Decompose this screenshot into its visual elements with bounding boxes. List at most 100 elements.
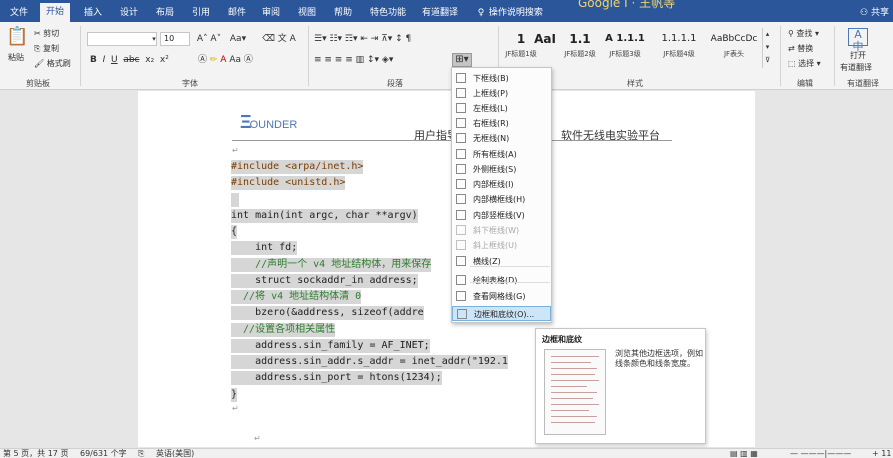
tab-home[interactable]: 开始: [40, 3, 71, 22]
style-item[interactable]: A 1.1.1 JF标题3级: [600, 27, 650, 67]
border-style-icon: [456, 291, 466, 301]
tab-review[interactable]: 审阅: [256, 4, 286, 22]
paste-label[interactable]: 粘贴: [8, 52, 24, 63]
youdao-group-label: 有道翻译: [847, 79, 879, 88]
style-preview: A 1.1.1: [605, 33, 645, 44]
border-menu-item: 斜上框线(U): [452, 238, 551, 253]
open-label[interactable]: 打开: [850, 50, 866, 61]
style-item[interactable]: AaBbCcDc JF表头: [708, 27, 760, 67]
group-divider: [834, 26, 835, 86]
zoom-slider[interactable]: — ———|———: [790, 449, 870, 458]
border-menu-item-label: 上框线(P): [473, 89, 509, 98]
document-title: Google I · 王帆等: [578, 0, 676, 10]
replace-button[interactable]: ⇄ 替换: [788, 43, 813, 54]
border-menu-item[interactable]: 内部横框线(H): [452, 192, 551, 207]
border-menu-item[interactable]: 左框线(L): [452, 101, 551, 116]
paste-icon[interactable]: 📋: [6, 27, 28, 47]
style-item[interactable]: 1.1.1.1 JF标题4级: [650, 27, 708, 67]
border-menu-item-label: 左框线(L): [473, 104, 508, 113]
border-menu-item[interactable]: 下框线(B): [452, 71, 551, 86]
word-count[interactable]: 69/631 个字: [80, 449, 127, 458]
tab-view[interactable]: 视图: [292, 4, 322, 22]
tooltip-description: 浏览其他边框选项，例如线条颜色和线条宽度。: [615, 349, 703, 368]
tell-me-label: 操作说明搜索: [488, 8, 543, 18]
code-line: [231, 193, 239, 207]
style-item[interactable]: AaI: [530, 27, 560, 67]
border-menu-item-label: 外侧框线(S): [473, 165, 517, 174]
language-indicator[interactable]: 英语(美国): [156, 449, 194, 458]
youdao-open-label[interactable]: 有道翻译: [840, 62, 872, 73]
code-line: address.sin_addr.s_addr = inet_addr("192…: [231, 355, 508, 369]
border-style-icon: [456, 275, 466, 285]
border-style-icon: [456, 118, 466, 128]
border-menu-item-label: 边框和底纹(O)...: [474, 310, 535, 319]
code-line: bzero(&address, sizeof(addre: [231, 306, 424, 320]
translate-icon[interactable]: A中: [848, 28, 868, 53]
tell-me-search[interactable]: ♀ 操作说明搜索: [476, 4, 543, 22]
border-menu-item[interactable]: 边框和底纹(O)...: [452, 306, 551, 321]
style-item[interactable]: 1.1 JF标题2级: [560, 27, 600, 67]
border-menu-item[interactable]: 内部框线(I): [452, 177, 551, 192]
alignment-buttons[interactable]: ≡ ≡ ≡ ≡ ▥ ↕▾ ◈▾: [314, 54, 454, 66]
tab-insert[interactable]: 插入: [78, 4, 108, 22]
font-size-combo[interactable]: 10: [160, 32, 190, 46]
border-menu-item[interactable]: 所有框线(A): [452, 147, 551, 162]
tooltip-preview-image: [544, 349, 606, 435]
editing-group-label: 编辑: [797, 79, 813, 88]
select-button[interactable]: ⬚ 选择 ▾: [788, 58, 821, 69]
view-mode-icons[interactable]: ▤ ▥ ▦: [730, 449, 758, 458]
border-menu-item[interactable]: 无框线(N): [452, 131, 551, 146]
cut-button[interactable]: ✂ 剪切: [34, 28, 59, 39]
tooltip-title: 边框和底纹: [542, 335, 582, 344]
code-line: struct sockaddr_in address;: [231, 274, 418, 288]
grow-shrink-font-icon[interactable]: A˄ A˅: [194, 33, 224, 45]
logo-text: OUNDER: [249, 119, 298, 131]
status-bar: 第 5 页，共 17 页 69/631 个字 ⎘ 英语(美国) ▤ ▥ ▦ — …: [0, 448, 893, 458]
border-menu-item[interactable]: 上框线(P): [452, 86, 551, 101]
borders-button[interactable]: ⊞▾: [452, 53, 472, 67]
format-painter-label: 格式刷: [46, 59, 71, 68]
border-style-icon: [456, 240, 466, 250]
tab-youdao[interactable]: 有道翻译: [416, 4, 464, 22]
find-button[interactable]: ⚲ 查找 ▾: [788, 28, 819, 39]
change-case-icon[interactable]: Aa▾: [228, 33, 248, 45]
proofing-icon[interactable]: ⎘: [138, 449, 144, 458]
font-color-buttons[interactable]: Ⓐ ✏ A Aa Ⓐ: [198, 54, 298, 66]
tab-file[interactable]: 文件: [4, 4, 34, 22]
border-style-icon: [456, 103, 466, 113]
tab-layout[interactable]: 布局: [150, 4, 180, 22]
copy-button[interactable]: ⎘ 复制: [34, 43, 59, 54]
border-menu-item[interactable]: 绘制表格(D): [452, 273, 551, 288]
border-menu-item[interactable]: 右框线(R): [452, 116, 551, 131]
border-menu-item[interactable]: 外侧框线(S): [452, 162, 551, 177]
border-menu-item[interactable]: 查看网格线(G): [452, 289, 551, 304]
format-painter-button[interactable]: 🖌 格式刷: [34, 58, 71, 69]
borders-dropdown-menu: 下框线(B) 上框线(P) 左框线(L) 右框线(R) 无框线(N) 所有框线(A) 外侧框…: [451, 67, 552, 323]
share-button[interactable]: ⚇ 共享: [860, 5, 889, 18]
cut-label: 剪切: [43, 29, 60, 38]
border-style-icon: [456, 133, 466, 143]
tab-references[interactable]: 引用: [186, 4, 216, 22]
tab-design[interactable]: 设计: [114, 4, 144, 22]
styles-scroll-icon[interactable]: ▴ ▾ ⊽: [762, 28, 772, 68]
border-menu-item[interactable]: 内部竖框线(V): [452, 208, 551, 223]
style-preview: 1.1.1.1: [661, 33, 697, 44]
code-line: //将 v4 地址结构体清 0: [231, 290, 362, 304]
user-icon: ⚇: [860, 8, 869, 18]
zoom-in-button[interactable]: + 11: [872, 449, 891, 458]
paragraph-mark: ↵: [254, 434, 261, 443]
font-style-buttons[interactable]: B I U abc x₂ x²: [90, 54, 210, 66]
tab-features[interactable]: 特色功能: [364, 4, 412, 22]
font-name-combo[interactable]: [87, 32, 157, 46]
lightbulb-icon: ♀: [477, 8, 485, 18]
style-preview: AaI: [534, 32, 556, 46]
clear-format-icon[interactable]: ⌫ 文 A: [256, 33, 302, 45]
border-menu-item-label: 内部横框线(H): [473, 195, 526, 204]
tab-help[interactable]: 帮助: [328, 4, 358, 22]
chevron-down-icon[interactable]: ▾: [150, 33, 158, 45]
border-style-icon: [456, 194, 466, 204]
tab-mailings[interactable]: 邮件: [222, 4, 252, 22]
page-count[interactable]: 第 5 页，共 17 页: [3, 449, 68, 458]
list-buttons[interactable]: ☰▾ ☷▾ ☶▾ ⇤ ⇥ ⊼▾ ↕ ¶: [314, 33, 494, 45]
menu-separator: [470, 282, 550, 283]
